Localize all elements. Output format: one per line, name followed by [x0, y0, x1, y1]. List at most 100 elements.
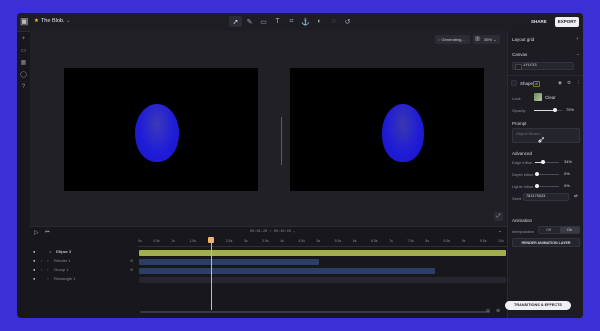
- left-sidebar: + ▭ ▦ ◯ ?: [17, 31, 31, 318]
- opacity-slider-fill: [534, 110, 555, 111]
- status-text: Generating...: [441, 37, 465, 42]
- eye-icon[interactable]: ◉: [558, 80, 562, 86]
- group-layer-icon: ▫: [47, 267, 49, 272]
- playhead[interactable]: [210, 238, 212, 310]
- advanced-label: Advanced: [512, 151, 533, 156]
- prompt-label: Prompt: [512, 121, 527, 126]
- select-tool-icon[interactable]: ➚: [229, 16, 242, 27]
- layer-row[interactable]: ● ○ Ellipse 3: [30, 249, 138, 258]
- grid-icon[interactable]: ▦: [20, 60, 27, 67]
- compare-icon[interactable]: ▥: [473, 35, 482, 44]
- blend-tool-icon[interactable]: ◐: [313, 16, 326, 27]
- canvas-area[interactable]: ◌ Generating... ▥ 35% ⌄ ⤢: [30, 31, 507, 226]
- canvas-color-field[interactable]: 1f1f23: [512, 62, 574, 70]
- on-option[interactable]: On: [567, 228, 572, 232]
- export-button[interactable]: EXPORT: [555, 17, 579, 27]
- visibility-dot-icon[interactable]: ●: [33, 249, 35, 254]
- app-window: ▣ ★ The Blob. ⌄ ➚ ✎ ▭ T ⌗ ⚓ ◐ ◌ ↺ SHARE E…: [17, 13, 583, 318]
- off-option[interactable]: Off: [546, 228, 551, 232]
- edge-slider-knob[interactable]: [541, 160, 545, 164]
- anchor-tool-icon[interactable]: ⚓: [299, 16, 312, 27]
- project-title[interactable]: ★ The Blob. ⌄: [34, 17, 71, 26]
- add-grid-icon[interactable]: +: [576, 36, 579, 41]
- depth-slider-knob[interactable]: [535, 172, 539, 176]
- look-value[interactable]: Clear: [545, 95, 556, 100]
- shuffle-icon[interactable]: ⇄: [574, 193, 578, 199]
- look-thumbnail[interactable]: [534, 93, 542, 101]
- zoom-out-icon[interactable]: ⊖: [486, 308, 490, 314]
- input-frame[interactable]: [64, 68, 258, 191]
- edge-slider[interactable]: [535, 160, 559, 164]
- cursor-icon: ➶: [537, 135, 546, 146]
- render-animation-button[interactable]: RENDER ANIMATION LAYER: [512, 238, 580, 247]
- ruler-tick: 10s: [498, 239, 504, 243]
- lasso-tool-icon[interactable]: ◌: [327, 16, 340, 27]
- pen-tool-icon[interactable]: ✎: [243, 16, 256, 27]
- lights-slider-knob[interactable]: [535, 184, 539, 188]
- folder-icon[interactable]: ▭: [20, 48, 27, 55]
- app-logo-icon[interactable]: ▣: [20, 17, 29, 26]
- timeline-scrollbar[interactable]: [140, 311, 490, 313]
- ruler-tick: 5.5s: [334, 239, 342, 243]
- expand-icon[interactable]: ⤢: [494, 212, 503, 221]
- zoom-in-icon[interactable]: ⊕: [496, 308, 500, 314]
- prompt-input[interactable]: Object Kinsei...: [512, 128, 580, 143]
- canvas-color-value: 1f1f23: [523, 64, 537, 68]
- rectangle-tool-icon[interactable]: ▭: [257, 16, 270, 27]
- visibility-dot-icon[interactable]: ●: [33, 267, 35, 272]
- hidden-eye-icon[interactable]: ⊘: [130, 267, 133, 272]
- canvas-chevron-icon[interactable]: ⌄: [576, 51, 580, 57]
- settings-icon[interactable]: ⚙: [567, 80, 571, 86]
- hidden-eye-icon[interactable]: ⊘: [130, 258, 133, 263]
- timecode-value: 00:01:20 / 00:10:00: [250, 230, 291, 234]
- toolbar: ➚ ✎ ▭ T ⌗ ⚓ ◐ ◌ ↺: [229, 16, 354, 28]
- expand-chevron-icon[interactable]: ›: [41, 267, 42, 272]
- more-icon[interactable]: ⋮: [576, 80, 581, 86]
- blob-shape[interactable]: [135, 104, 179, 162]
- ruler-tick: 4s: [280, 239, 284, 243]
- seed-label: Seed: [512, 196, 522, 201]
- opacity-slider-knob[interactable]: [553, 108, 557, 112]
- properties-panel: Layout grid + Canvas ⌄ 1f1f23 Shape AI ◉…: [507, 31, 583, 318]
- divider: [508, 75, 583, 76]
- shape-icon: [511, 80, 517, 86]
- add-icon[interactable]: +: [20, 36, 27, 43]
- share-button[interactable]: SHARE: [531, 17, 547, 26]
- rectangle-layer-icon: ▫: [47, 276, 49, 281]
- lights-slider[interactable]: [535, 184, 559, 188]
- timeline-ruler[interactable]: 0s0.5s1s1.5s2s2.5s3s3.5s4s4.5s5s5.5s6s6.…: [138, 238, 507, 247]
- ellipse-layer-icon: ○: [49, 249, 52, 254]
- collapse-icon[interactable]: ⌄: [498, 228, 502, 234]
- chat-icon[interactable]: ◯: [20, 72, 27, 79]
- depth-slider[interactable]: [535, 172, 559, 176]
- frame-tool-icon[interactable]: ⌗: [285, 16, 298, 27]
- visibility-dot-icon[interactable]: ●: [33, 276, 35, 281]
- layer-row[interactable]: ● › ▫ Render 1 ⊘: [30, 258, 138, 267]
- transitions-effects-button[interactable]: TRANSITIONS & EFFECTS: [505, 301, 571, 310]
- opacity-slider[interactable]: [534, 108, 562, 112]
- help-icon[interactable]: ?: [20, 84, 27, 91]
- look-label: Look: [512, 96, 521, 101]
- color-swatch[interactable]: [515, 64, 522, 70]
- group-track[interactable]: [139, 268, 435, 274]
- layout-grid-label: Layout grid: [512, 37, 535, 42]
- split-handle[interactable]: [281, 117, 282, 165]
- depth-label: Depth influe...: [512, 172, 537, 177]
- star-icon: ★: [34, 18, 39, 24]
- ruler-tick: 3s: [243, 239, 248, 243]
- skip-back-icon[interactable]: ⏮: [45, 229, 50, 235]
- ellipse-track[interactable]: [139, 250, 506, 256]
- text-tool-icon[interactable]: T: [271, 16, 284, 27]
- history-icon[interactable]: ↺: [341, 16, 354, 27]
- rectangle-track[interactable]: [139, 277, 506, 283]
- visibility-dot-icon[interactable]: ●: [33, 258, 35, 263]
- play-icon[interactable]: ▷: [34, 229, 39, 236]
- zoom-select[interactable]: 35% ⌄: [482, 35, 500, 44]
- layer-row[interactable]: ● › ▫ Group 1 ⊘: [30, 267, 138, 276]
- canvas-label: Canvas: [512, 52, 528, 57]
- seed-field[interactable]: 78217562X: [523, 193, 569, 201]
- layer-row[interactable]: ● ▫ Rectangle 1: [30, 276, 138, 285]
- render-track[interactable]: [139, 259, 319, 265]
- expand-chevron-icon[interactable]: ›: [41, 258, 42, 263]
- ruler-tick: 7s: [389, 239, 393, 243]
